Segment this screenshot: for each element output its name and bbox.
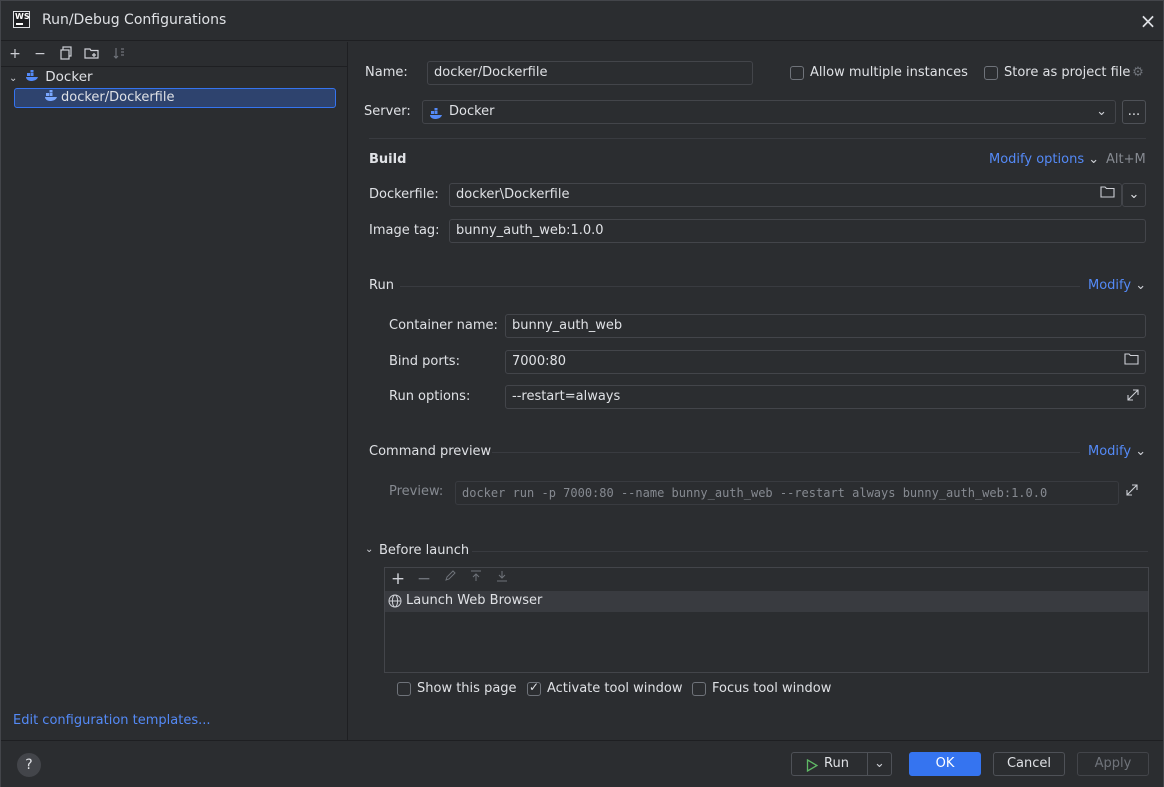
logo-text: WS xyxy=(15,12,30,21)
shortcut-hint: Alt+M xyxy=(1106,152,1146,167)
window-title: Run/Debug Configurations xyxy=(42,12,227,28)
build-section-title: Build xyxy=(369,152,407,167)
server-select[interactable]: Docker ⌄ xyxy=(422,100,1116,124)
expand-icon[interactable] xyxy=(1123,483,1141,501)
focus-tool-checkbox[interactable] xyxy=(692,682,706,696)
image-tag-label: Image tag: xyxy=(369,223,440,238)
chevron-down-icon: ⌄ xyxy=(1128,187,1140,202)
add-icon[interactable]: + xyxy=(389,570,407,588)
preview-command: docker run -p 7000:80 --name bunny_auth_… xyxy=(455,481,1119,505)
dockerfile-dropdown[interactable]: ⌄ xyxy=(1122,183,1146,207)
sort-icon[interactable] xyxy=(111,46,127,62)
remove-icon[interactable]: − xyxy=(415,570,433,588)
help-button[interactable]: ? xyxy=(17,753,41,777)
image-tag-input[interactable]: bunny_auth_web:1.0.0 xyxy=(449,219,1146,243)
edit-templates-link[interactable]: Edit configuration templates... xyxy=(13,713,211,728)
store-project-checkbox[interactable] xyxy=(984,66,998,80)
split-divider xyxy=(867,753,868,775)
name-label: Name: xyxy=(365,65,408,80)
before-launch-list: + − Launch Web Browser xyxy=(384,567,1149,673)
list-item[interactable]: Launch Web Browser xyxy=(385,591,1148,612)
chevron-down-icon[interactable]: ⌄ xyxy=(874,753,885,775)
chevron-down-icon: ⌄ xyxy=(9,73,18,84)
tree-group-docker[interactable]: ⌄ Docker xyxy=(9,67,93,87)
tree-item-dockerfile[interactable]: docker/Dockerfile xyxy=(14,88,336,108)
move-down-icon[interactable] xyxy=(493,570,511,588)
before-launch-toolbar: + − xyxy=(385,568,1148,590)
divider xyxy=(400,286,1080,287)
bind-ports-input[interactable]: 7000:80 xyxy=(505,350,1146,374)
folder-icon[interactable] xyxy=(1122,353,1140,371)
chevron-down-icon: ⌄ xyxy=(1135,444,1147,459)
allow-multiple-label: Allow multiple instances xyxy=(810,65,968,80)
apply-button[interactable]: Apply xyxy=(1077,752,1149,776)
move-up-icon[interactable] xyxy=(467,570,485,588)
server-more-button[interactable]: ... xyxy=(1122,100,1146,124)
dialog-window: WS Run/Debug Configurations × + − ⌄ Dock… xyxy=(0,0,1164,787)
chevron-down-icon[interactable]: ⌄ xyxy=(365,544,373,555)
server-value: Docker xyxy=(449,104,495,119)
tree-group-label: Docker xyxy=(45,69,93,85)
gear-icon[interactable]: ⚙ xyxy=(1129,64,1147,82)
run-button[interactable]: Run ⌄ xyxy=(791,752,892,776)
title-bar: WS Run/Debug Configurations × xyxy=(1,1,1163,41)
before-launch-title[interactable]: Before launch xyxy=(379,543,469,558)
dockerfile-label: Dockerfile: xyxy=(369,187,439,202)
run-options-label: Run options: xyxy=(389,389,471,404)
globe-icon xyxy=(388,594,402,612)
preview-modify-link[interactable]: Modify ⌄ xyxy=(1088,444,1146,459)
docker-icon xyxy=(44,90,58,106)
divider xyxy=(369,138,1146,139)
container-name-label: Container name: xyxy=(389,318,498,333)
run-options-input[interactable]: --restart=always xyxy=(505,385,1146,409)
store-project-label: Store as project file xyxy=(1004,65,1131,80)
run-section-title: Run xyxy=(369,278,394,293)
docker-icon xyxy=(429,106,443,128)
preview-label: Preview: xyxy=(389,484,444,499)
server-label: Server: xyxy=(364,104,411,119)
folder-icon[interactable] xyxy=(1098,186,1116,204)
chevron-down-icon: ⌄ xyxy=(1096,104,1107,119)
copy-icon[interactable] xyxy=(58,46,74,62)
chevron-down-icon: ⌄ xyxy=(1135,278,1147,293)
modify-options-link[interactable]: Modify options ⌄ xyxy=(989,152,1099,167)
run-icon xyxy=(806,758,819,780)
activate-tool-checkbox[interactable] xyxy=(527,680,541,696)
bottom-bar xyxy=(1,740,1163,787)
docker-icon xyxy=(25,68,41,88)
dockerfile-input[interactable]: docker\Dockerfile xyxy=(449,183,1122,207)
focus-tool-label: Focus tool window xyxy=(712,681,832,696)
edit-icon[interactable] xyxy=(441,570,459,588)
command-preview-title: Command preview xyxy=(369,444,492,459)
run-label: Run xyxy=(824,756,849,771)
configurations-panel: + − ⌄ Docker docker/Dockerfile Edit conf… xyxy=(1,42,348,740)
webstorm-logo-icon: WS xyxy=(13,11,30,28)
cancel-button[interactable]: Cancel xyxy=(993,752,1065,776)
run-modify-label: Modify xyxy=(1088,278,1132,293)
modify-options-label: Modify options xyxy=(989,152,1085,167)
container-name-input[interactable]: bunny_auth_web xyxy=(505,314,1146,338)
bind-ports-label: Bind ports: xyxy=(389,354,460,369)
close-icon[interactable]: × xyxy=(1139,11,1157,31)
activate-tool-label: Activate tool window xyxy=(547,681,683,696)
name-input[interactable]: docker/Dockerfile xyxy=(427,61,753,85)
task-label: Launch Web Browser xyxy=(406,593,543,608)
tree-item-label: docker/Dockerfile xyxy=(61,90,175,105)
chevron-down-icon: ⌄ xyxy=(1088,152,1100,167)
expand-icon[interactable] xyxy=(1124,388,1142,406)
run-modify-link[interactable]: Modify ⌄ xyxy=(1088,278,1146,293)
divider xyxy=(492,452,1080,453)
show-page-label: Show this page xyxy=(417,681,517,696)
ok-button[interactable]: OK xyxy=(909,752,981,776)
allow-multiple-checkbox[interactable] xyxy=(790,66,804,80)
remove-icon[interactable]: − xyxy=(32,46,48,62)
new-folder-icon[interactable] xyxy=(84,46,100,62)
add-icon[interactable]: + xyxy=(7,46,23,62)
preview-modify-label: Modify xyxy=(1088,444,1132,459)
divider xyxy=(472,551,1148,552)
show-page-checkbox[interactable] xyxy=(397,682,411,696)
